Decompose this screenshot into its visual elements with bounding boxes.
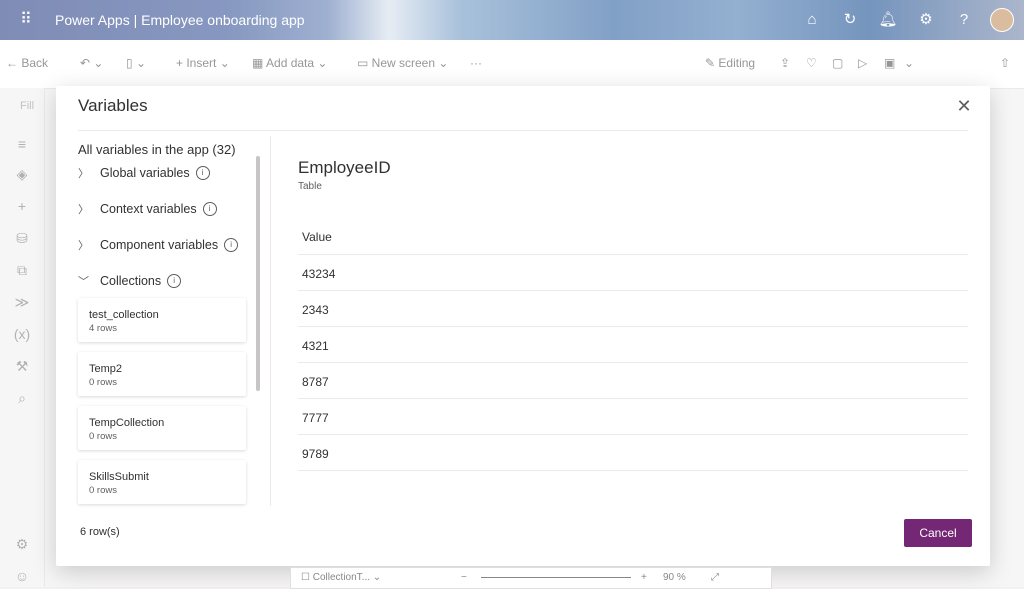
table-cell: 8787 — [302, 375, 329, 389]
chevron-right-icon: 〉 — [78, 168, 89, 180]
variable-name: EmployeeID — [298, 158, 391, 177]
collection-rows: 0 rows — [89, 485, 117, 496]
tree-item-label: Component variables — [100, 238, 219, 252]
table-row: 43234 — [298, 254, 968, 291]
row-count: 6 row(s) — [80, 526, 120, 538]
close-icon[interactable]: ✕ — [952, 94, 976, 118]
tree-item-label: Collections — [100, 274, 162, 288]
collection-name: test_collection — [89, 309, 159, 321]
collection-name: Temp2 — [89, 363, 123, 375]
screen-selector-label: CollectionT... — [312, 572, 370, 583]
variables-dialog: Variables ✕ All variables in the app (32… — [56, 86, 990, 566]
zoom-slider[interactable] — [481, 577, 631, 578]
table-cell: 4321 — [302, 339, 329, 353]
tree-item-component-variables[interactable]: 〉 Component variables i — [78, 234, 239, 256]
column-header-value: Value — [302, 230, 332, 244]
collection-rows: 0 rows — [89, 377, 117, 388]
tree-item-context-variables[interactable]: 〉 Context variables i — [78, 198, 217, 220]
fit-to-window-icon[interactable]: ⤢ — [711, 572, 719, 583]
chevron-right-icon: 〉 — [78, 204, 89, 216]
tree-item-label: Global variables — [100, 166, 190, 180]
collection-rows: 4 rows — [89, 323, 117, 334]
table-bottom-border — [298, 470, 968, 472]
info-icon[interactable]: i — [224, 238, 239, 252]
table-row: 9789 — [298, 434, 968, 471]
zoom-level: 90 % — [663, 572, 686, 583]
info-icon[interactable]: i — [202, 202, 217, 216]
collection-card-temp2[interactable]: Temp2 0 rows — [78, 352, 246, 396]
table-cell: 9789 — [302, 447, 329, 461]
collection-card-tempcollection[interactable]: TempCollection 0 rows — [78, 406, 246, 450]
tree-scrollbar[interactable] — [256, 156, 260, 391]
tree-item-global-variables[interactable]: 〉 Global variables i — [78, 162, 210, 184]
zoom-in-icon[interactable]: + — [641, 572, 647, 583]
table-cell: 43234 — [302, 267, 336, 281]
screen-selector[interactable]: ☐ CollectionT... ⌄ — [301, 572, 381, 583]
chevron-right-icon: 〉 — [78, 240, 89, 252]
collection-name: TempCollection — [89, 417, 165, 429]
tree-item-collections[interactable]: ﹀ Collections i — [78, 270, 182, 292]
info-icon[interactable]: i — [195, 166, 210, 180]
status-bar: ☐ CollectionT... ⌄ − + 90 % ⤢ — [290, 567, 772, 589]
table-row: 4321 — [298, 326, 968, 363]
collection-card-skillssubmit[interactable]: SkillsSubmit 0 rows — [78, 460, 246, 504]
table-row: 8787 — [298, 362, 968, 399]
pane-divider — [270, 136, 271, 506]
collection-card-test-collection[interactable]: test_collection 4 rows — [78, 298, 246, 342]
tree-item-label: Context variables — [100, 202, 197, 216]
collection-rows: 0 rows — [89, 431, 117, 442]
table-cell: 2343 — [302, 303, 329, 317]
dialog-title: Variables — [78, 96, 148, 115]
variables-tree: All variables in the app (32) 〉 Global v… — [70, 136, 270, 506]
zoom-out-icon[interactable]: − — [461, 572, 467, 583]
table-row: 7777 — [298, 398, 968, 435]
variable-type: Table — [298, 181, 322, 192]
table-row: 2343 — [298, 290, 968, 327]
info-icon[interactable]: i — [167, 274, 182, 288]
table-cell: 7777 — [302, 411, 329, 425]
all-variables-label: All variables in the app (32) — [78, 142, 236, 157]
chevron-down-icon: ﹀ — [78, 276, 89, 288]
collection-name: SkillsSubmit — [89, 471, 149, 483]
cancel-button[interactable]: Cancel — [904, 519, 972, 547]
dialog-divider — [78, 130, 968, 131]
